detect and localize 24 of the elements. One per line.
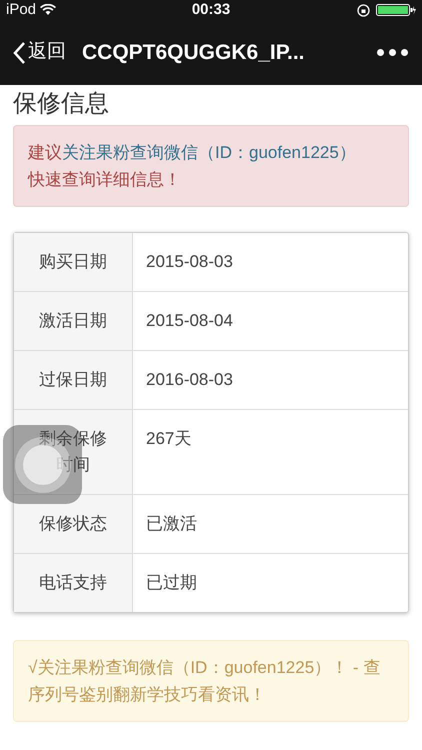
row-value: 2016-08-03 [145, 369, 234, 391]
row-value: 已过期 [145, 572, 198, 594]
wifi-icon [40, 4, 56, 16]
row-label: 电话支持 [14, 554, 133, 612]
chevron-left-icon [12, 40, 26, 64]
row-label: 购买日期 [14, 233, 133, 291]
alert-prefix: 建议 [28, 143, 62, 162]
clock: 00:33 [192, 0, 230, 20]
battery-icon [376, 4, 416, 16]
rotation-lock-icon [357, 4, 370, 16]
device-name: iPod [6, 0, 36, 20]
section-heading: 保修信息 [13, 89, 110, 119]
row-label: 激活日期 [14, 292, 133, 350]
wechat-link[interactable]: 关注果粉查询微信（ID：guofen1225） [62, 143, 356, 162]
notice-text: √关注果粉查询微信（ID：guofen1225）！ - 查序列号鉴别翻新学技巧看资讯！ [28, 658, 380, 704]
row-label: 保修状态 [14, 495, 133, 553]
page-title: CCQPT6QUGGK6_IP... [82, 40, 305, 66]
row-value: 267天 [145, 428, 192, 450]
row-value: 2015-08-04 [145, 310, 234, 332]
row-value: 已激活 [145, 513, 198, 535]
row-value: 2015-08-03 [145, 251, 234, 273]
back-button[interactable]: 返回 [12, 38, 66, 67]
row-label: 过保日期 [14, 351, 133, 409]
alert-text: 快速查询详细信息！ [28, 169, 182, 191]
